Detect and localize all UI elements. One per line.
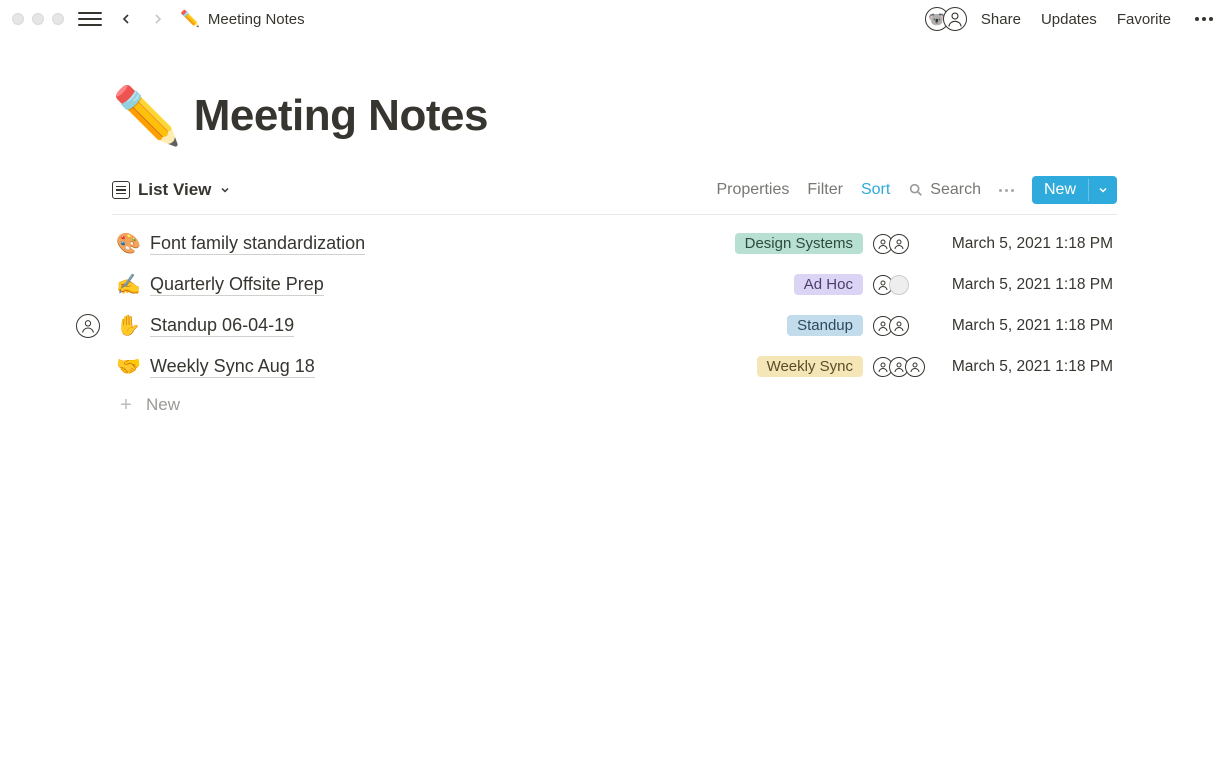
filter-button[interactable]: Filter: [807, 181, 843, 199]
row-date: March 5, 2021 1:18 PM: [943, 358, 1113, 376]
row-emoji: ✋: [116, 313, 140, 338]
back-button[interactable]: [114, 7, 138, 31]
updates-button[interactable]: Updates: [1041, 11, 1097, 28]
view-controls-bar: List View Properties Filter Sort Search …: [112, 176, 1117, 215]
row-assignees: [873, 234, 933, 254]
forward-button[interactable]: [146, 7, 170, 31]
row-title: Standup 06-04-19: [150, 315, 294, 337]
favorite-button[interactable]: Favorite: [1117, 11, 1171, 28]
avatar: [889, 275, 909, 295]
row-emoji: ✍️: [116, 272, 140, 297]
view-label: List View: [138, 180, 211, 200]
search-label: Search: [930, 181, 981, 199]
new-row-label: New: [146, 395, 180, 415]
page-content: ✏️ Meeting Notes List View Properties Fi…: [0, 38, 1229, 423]
new-button-label: New: [1032, 176, 1088, 204]
sidebar-toggle-icon[interactable]: [78, 7, 102, 31]
row-author-avatar: [76, 314, 100, 338]
window-controls: [12, 13, 64, 25]
chevron-down-icon: [219, 184, 231, 196]
avatar: [889, 234, 909, 254]
plus-icon: +: [116, 395, 136, 415]
row-emoji: 🤝: [116, 354, 140, 379]
topbar-actions: Share Updates Favorite: [981, 11, 1217, 28]
row-title: Font family standardization: [150, 233, 365, 255]
breadcrumb-emoji: ✏️: [180, 9, 200, 29]
table-row[interactable]: ✍️ Quarterly Offsite Prep Ad Hoc March 5, 2…: [112, 264, 1117, 305]
breadcrumb[interactable]: ✏️ Meeting Notes: [180, 9, 305, 29]
row-title: Quarterly Offsite Prep: [150, 274, 324, 296]
search-icon: [908, 182, 924, 198]
page-title[interactable]: Meeting Notes: [194, 91, 488, 141]
row-tag: Weekly Sync: [757, 356, 863, 377]
row-assignees: [873, 316, 933, 336]
row-assignees: [873, 357, 933, 377]
row-tag: Ad Hoc: [794, 274, 863, 295]
minimize-window-icon[interactable]: [32, 13, 44, 25]
database-rows: 🎨 Font family standardization Design Syste…: [112, 223, 1117, 387]
add-new-row[interactable]: + New: [112, 387, 1117, 423]
row-date: March 5, 2021 1:18 PM: [943, 317, 1113, 335]
new-button[interactable]: New: [1032, 176, 1117, 204]
page-emoji[interactable]: ✏️: [112, 88, 182, 144]
share-button[interactable]: Share: [981, 11, 1021, 28]
more-menu-icon[interactable]: [1191, 13, 1217, 25]
row-date: March 5, 2021 1:18 PM: [943, 276, 1113, 294]
view-more-icon[interactable]: [999, 189, 1014, 192]
maximize-window-icon[interactable]: [52, 13, 64, 25]
close-window-icon[interactable]: [12, 13, 24, 25]
view-selector[interactable]: List View: [112, 180, 231, 200]
new-button-dropdown[interactable]: [1088, 179, 1117, 201]
nav-arrows: [114, 7, 170, 31]
row-tag: Standup: [787, 315, 863, 336]
list-view-icon: [112, 181, 130, 199]
avatar: [943, 7, 967, 31]
chevron-down-icon: [1097, 184, 1109, 196]
sort-button[interactable]: Sort: [861, 181, 890, 199]
avatar: [905, 357, 925, 377]
titlebar: ✏️ Meeting Notes 🐨 Share Updates Favorit…: [0, 0, 1229, 38]
avatar: [889, 316, 909, 336]
collaborator-avatars[interactable]: 🐨: [925, 7, 967, 31]
table-row[interactable]: 🎨 Font family standardization Design Syste…: [112, 223, 1117, 264]
row-emoji: 🎨: [116, 231, 140, 256]
table-row[interactable]: ✋ Standup 06-04-19 Standup March 5, 2021 1:…: [112, 305, 1117, 346]
page-header: ✏️ Meeting Notes: [112, 88, 1117, 144]
search-button[interactable]: Search: [908, 181, 981, 199]
row-date: March 5, 2021 1:18 PM: [943, 235, 1113, 253]
database-controls: Properties Filter Sort Search New: [716, 176, 1117, 204]
properties-button[interactable]: Properties: [716, 181, 789, 199]
table-row[interactable]: 🤝 Weekly Sync Aug 18 Weekly Sync March 5, 2…: [112, 346, 1117, 387]
breadcrumb-title: Meeting Notes: [208, 11, 305, 28]
row-title: Weekly Sync Aug 18: [150, 356, 315, 378]
row-tag: Design Systems: [735, 233, 863, 254]
row-assignees: [873, 275, 933, 295]
